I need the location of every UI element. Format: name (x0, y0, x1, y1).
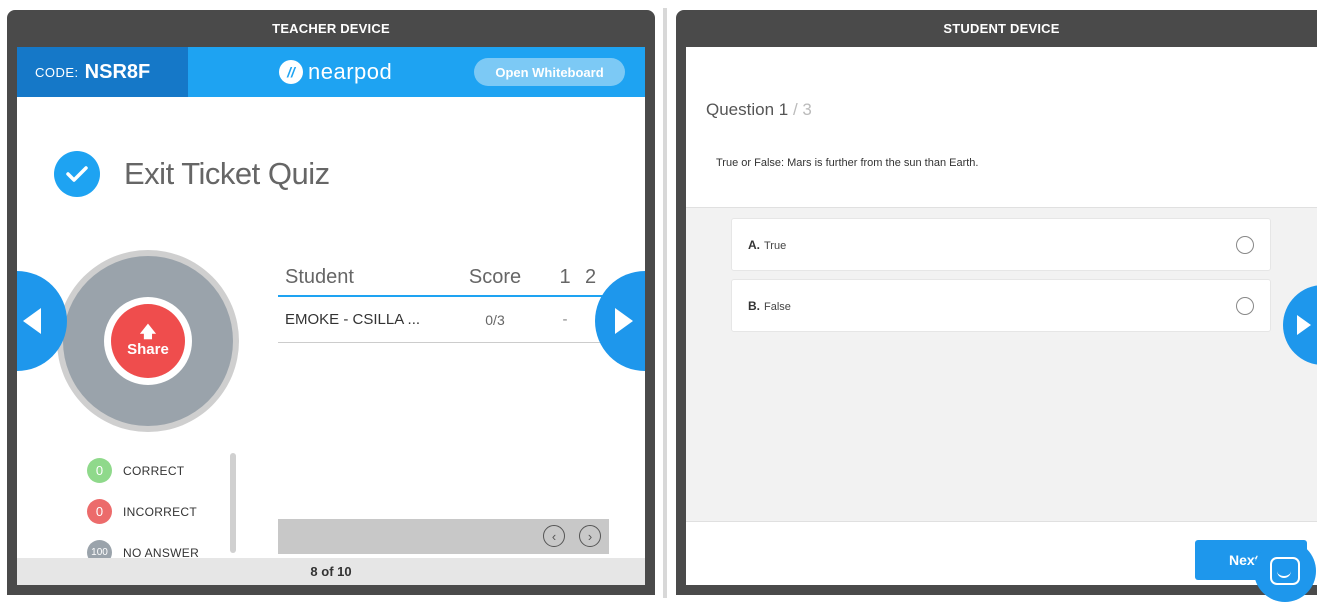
share-arrow-icon: 🡅 (139, 323, 157, 341)
session-code: CODE: NSR8F (17, 47, 188, 97)
student-footer: Next (686, 521, 1317, 585)
chevron-left-icon[interactable]: ‹ (543, 525, 565, 547)
table-pagination-bar: ‹ › (278, 519, 609, 554)
radio-button[interactable] (1236, 235, 1254, 254)
answer-option-a[interactable]: A. True (731, 218, 1271, 271)
student-device: STUDENT DEVICE Question 1 / 3 True or Fa… (676, 10, 1317, 595)
question-1-result: - (562, 311, 568, 328)
triangle-left-icon (23, 308, 41, 334)
quiz-title-text: Exit Ticket Quiz (124, 156, 330, 191)
option-letter: A. (748, 237, 760, 252)
nearpod-logo-icon: // (279, 60, 303, 84)
triangle-right-icon (1297, 315, 1311, 335)
option-text: True (764, 239, 787, 252)
response-dial: 🡅 Share (57, 250, 239, 432)
student-name: EMOKE - CSILLA ... (285, 311, 421, 328)
nearpod-logo: // nearpod (279, 59, 392, 85)
legend-label: CORRECT (123, 463, 185, 478)
share-label: Share (127, 340, 169, 358)
student-results-table: Student Score 1 2 EMOKE - CSILLA ... 0/3… (278, 260, 610, 343)
column-header-question-1: 1 (559, 266, 571, 288)
student-device-header: STUDENT DEVICE (686, 10, 1317, 47)
share-button[interactable]: 🡅 Share (111, 304, 185, 378)
chevron-right-icon[interactable]: › (579, 525, 601, 547)
teacher-device: TEACHER DEVICE CODE: NSR8F // nearpod Op… (7, 10, 655, 595)
question-total: / 3 (788, 100, 812, 119)
open-whiteboard-button[interactable]: Open Whiteboard (474, 58, 625, 86)
legend-label: INCORRECT (123, 504, 198, 519)
table-header: Student Score 1 2 (278, 260, 610, 297)
table-row[interactable]: EMOKE - CSILLA ... 0/3 - (278, 297, 610, 343)
column-header-score: Score (468, 266, 522, 288)
chat-icon (1270, 557, 1300, 585)
quiz-title: Exit Ticket Quiz (54, 151, 330, 197)
radio-button[interactable] (1236, 296, 1254, 315)
answer-option-b[interactable]: B. False (731, 279, 1271, 332)
teacher-device-header: TEACHER DEVICE (17, 10, 645, 47)
device-divider (663, 8, 667, 598)
nearpod-toolbar: CODE: NSR8F // nearpod Open Whiteboard (17, 47, 645, 97)
answer-area: A. True B. False (686, 207, 1317, 521)
chat-support-button[interactable] (1254, 540, 1316, 602)
legend-incorrect: 0 INCORRECT (87, 499, 199, 524)
legend-scrollbar[interactable] (230, 453, 236, 553)
triangle-right-icon (615, 308, 633, 334)
column-header-student: Student (285, 266, 354, 288)
column-header-question-2: 2 (585, 266, 597, 288)
student-score: 0/3 (485, 311, 505, 328)
code-label: CODE: (35, 64, 79, 80)
option-letter: B. (748, 298, 760, 313)
nearpod-logo-text: nearpod (308, 59, 393, 84)
question-number: Question 1 (706, 100, 789, 119)
question-heading: Question 1 / 3 (706, 100, 812, 120)
code-value: NSR8F (84, 60, 151, 83)
incorrect-count-badge: 0 (87, 499, 112, 524)
slide-counter: 8 of 10 (17, 558, 645, 585)
question-text: True or False: Mars is further from the … (716, 157, 979, 169)
checkmark-icon (54, 151, 100, 197)
correct-count-badge: 0 (87, 458, 112, 483)
legend-correct: 0 CORRECT (87, 458, 199, 483)
option-text: False (764, 300, 791, 313)
